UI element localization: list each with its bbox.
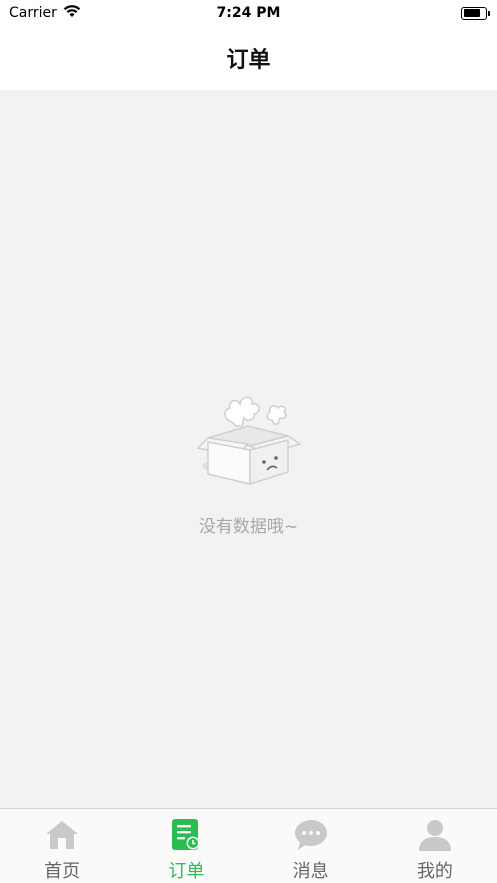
- order-icon: [168, 818, 204, 852]
- wifi-icon: [63, 4, 81, 22]
- tab-label-messages: 消息: [292, 861, 329, 882]
- tab-messages[interactable]: 消息: [249, 809, 373, 883]
- tab-label-orders: 订单: [168, 861, 205, 882]
- tab-label-profile: 我的: [416, 861, 453, 882]
- carrier-label: Carrier: [9, 5, 57, 21]
- status-left: Carrier: [9, 4, 81, 22]
- tab-orders[interactable]: 订单: [124, 809, 248, 883]
- order-list-area: 没有数据哦~: [0, 90, 497, 808]
- tab-label-home: 首页: [44, 861, 81, 882]
- screen: Carrier 7:24 PM 订单 没有数据哦~ 首页 订单 消息 我的: [0, 0, 497, 883]
- message-icon: [293, 818, 329, 852]
- empty-message: 没有数据哦~: [198, 517, 299, 537]
- nav-bar: 订单: [0, 26, 497, 90]
- empty-box-icon: [184, 380, 314, 492]
- tab-home[interactable]: 首页: [0, 809, 124, 883]
- empty-state: 没有数据哦~: [0, 380, 497, 537]
- tab-profile[interactable]: 我的: [373, 809, 497, 883]
- tab-bar: 首页 订单 消息 我的: [0, 808, 497, 883]
- battery-fill: [463, 9, 481, 17]
- status-bar: Carrier 7:24 PM: [0, 0, 497, 26]
- battery-icon: [461, 6, 490, 20]
- home-icon: [44, 818, 80, 852]
- page-title: 订单: [226, 48, 271, 73]
- profile-icon: [417, 818, 453, 852]
